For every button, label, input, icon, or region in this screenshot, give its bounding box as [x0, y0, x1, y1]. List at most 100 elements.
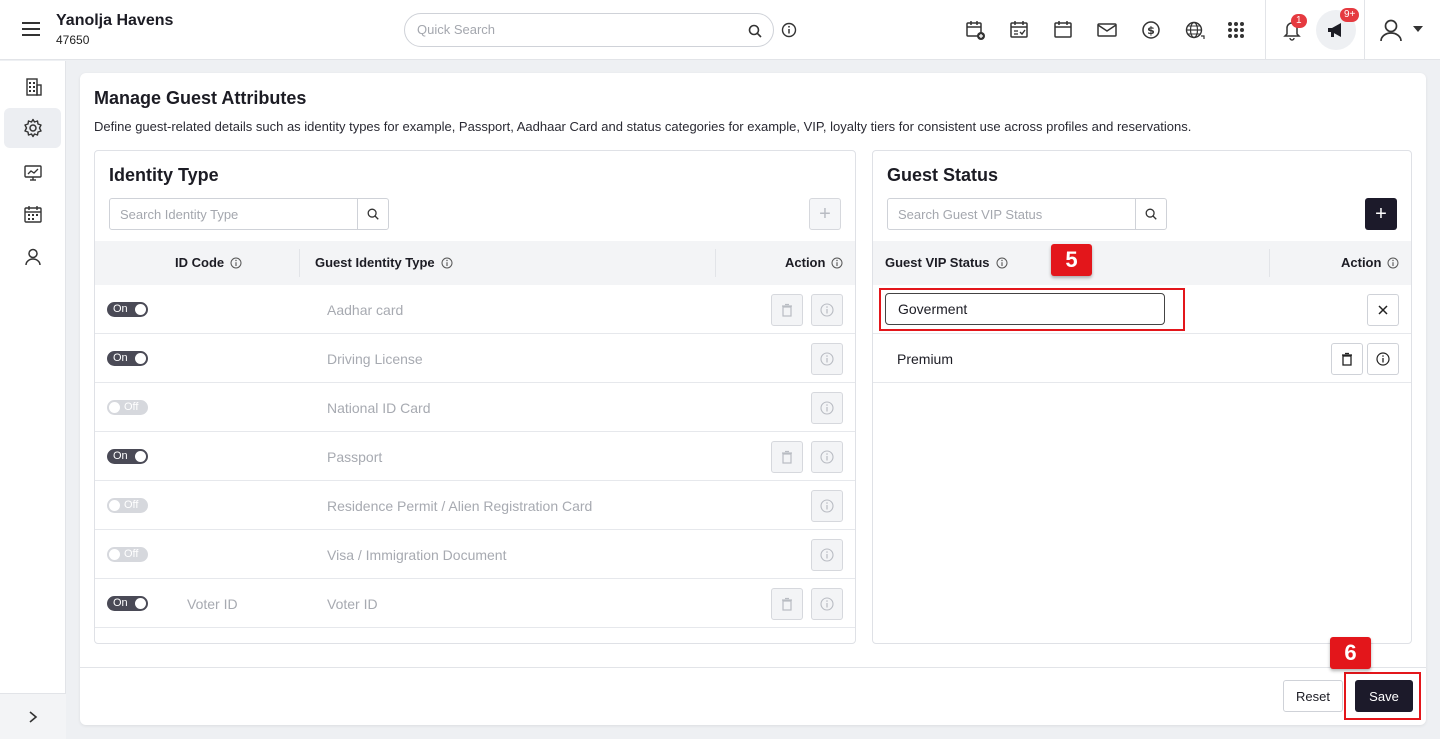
trash-icon: [1342, 352, 1352, 366]
status-toggle[interactable]: On: [107, 302, 148, 317]
status-toggle[interactable]: On: [107, 351, 148, 366]
mail-icon[interactable]: [1096, 19, 1118, 41]
status-toggle[interactable]: Off: [107, 547, 148, 562]
guest-status-panel: Guest Status + Guest VIP Status Action P…: [872, 150, 1412, 644]
globe-icon[interactable]: [1184, 19, 1206, 41]
user-menu-caret-icon[interactable]: [1413, 26, 1423, 32]
sidebar-item-property[interactable]: [4, 67, 61, 107]
person-icon: [24, 248, 41, 266]
identity-type-cell: Visa / Immigration Document: [327, 547, 507, 563]
status-toggle[interactable]: On: [107, 449, 148, 464]
monitor-chart-icon: [23, 165, 42, 181]
sidebar-item-dashboard[interactable]: [4, 153, 61, 193]
info-icon: [820, 303, 834, 317]
delete-button[interactable]: [771, 294, 803, 326]
info-button[interactable]: [811, 539, 843, 571]
notification-badge: 1: [1291, 14, 1307, 28]
property-id: 47650: [56, 33, 90, 47]
search-icon[interactable]: [747, 23, 763, 39]
column-action: Action: [1341, 255, 1399, 270]
sidebar-item-guests[interactable]: [4, 237, 61, 277]
status-search-input[interactable]: [898, 207, 1118, 222]
table-row: Off Residence Permit / Alien Registratio…: [95, 481, 855, 530]
add-identity-button[interactable]: +: [809, 198, 841, 230]
apps-grid-icon[interactable]: [1225, 19, 1247, 41]
quick-search-input[interactable]: [417, 22, 737, 37]
table-row: Off National ID Card: [95, 383, 855, 432]
delete-button[interactable]: [1331, 343, 1363, 375]
info-button[interactable]: [811, 441, 843, 473]
search-icon: [367, 208, 379, 220]
announcement-badge: 9+: [1340, 8, 1360, 22]
vip-status-cell: Premium: [897, 351, 954, 367]
trash-icon: [782, 597, 792, 611]
dollar-icon[interactable]: $: [1140, 19, 1162, 41]
info-button[interactable]: [811, 294, 843, 326]
identity-search[interactable]: [109, 198, 389, 230]
property-name: Yanolja Havens: [56, 12, 174, 29]
info-icon[interactable]: [1387, 257, 1399, 269]
page-title: Manage Guest Attributes: [94, 88, 307, 108]
sidebar-item-settings[interactable]: [4, 108, 61, 148]
info-icon[interactable]: [441, 257, 453, 269]
table-row: On Aadhar card: [95, 285, 855, 334]
step-badge-5: 5: [1051, 244, 1092, 276]
status-panel-title: Guest Status: [887, 165, 999, 185]
sidebar-expand-button[interactable]: [0, 693, 66, 739]
info-icon: [820, 401, 834, 415]
trash-icon: [782, 450, 792, 464]
info-icon[interactable]: [230, 257, 242, 269]
info-icon: [820, 450, 834, 464]
delete-button[interactable]: [771, 588, 803, 620]
page-description: Define guest-related details such as ide…: [94, 119, 1192, 134]
info-button[interactable]: [811, 588, 843, 620]
sidebar-item-calendar[interactable]: [4, 194, 61, 234]
status-toggle[interactable]: Off: [107, 498, 148, 513]
status-search-button[interactable]: [1135, 199, 1166, 229]
status-search[interactable]: [887, 198, 1167, 230]
add-status-button[interactable]: +: [1365, 198, 1397, 230]
info-icon: [820, 499, 834, 513]
table-row: Premium: [873, 334, 1411, 383]
info-icon[interactable]: [781, 22, 797, 38]
identity-type-cell: Aadhar card: [327, 302, 404, 318]
info-icon: [820, 597, 834, 611]
column-id-code: ID Code: [175, 255, 242, 270]
calendar-add-icon[interactable]: [964, 19, 986, 41]
info-button[interactable]: [811, 392, 843, 424]
info-button[interactable]: [811, 490, 843, 522]
calendar-check-icon[interactable]: [1008, 19, 1030, 41]
info-icon[interactable]: [831, 257, 843, 269]
info-button[interactable]: [811, 343, 843, 375]
calendar-grid-icon: [23, 206, 42, 223]
cancel-edit-button[interactable]: [1367, 294, 1399, 326]
reset-button[interactable]: Reset: [1283, 680, 1343, 712]
quick-search[interactable]: [404, 13, 774, 47]
identity-type-cell: National ID Card: [327, 400, 431, 416]
top-bar: Yanolja Havens 47650 $ 1 9+: [0, 0, 1440, 60]
table-row: On Passport: [95, 432, 855, 481]
id-code-cell: Voter ID: [187, 596, 238, 612]
sidebar: [0, 61, 66, 739]
menu-icon[interactable]: [22, 22, 40, 36]
search-icon: [1145, 208, 1157, 220]
info-icon[interactable]: [996, 257, 1008, 269]
status-toggle[interactable]: Off: [107, 400, 148, 415]
calendar-icon[interactable]: [1052, 19, 1074, 41]
identity-type-cell: Voter ID: [327, 596, 378, 612]
status-toggle[interactable]: On: [107, 596, 148, 611]
identity-panel-title: Identity Type: [109, 165, 219, 185]
delete-button[interactable]: [771, 441, 803, 473]
identity-type-panel: Identity Type + ID Code Guest Identity T…: [94, 150, 856, 644]
identity-table-header: ID Code Guest Identity Type Action: [95, 241, 855, 285]
chevron-right-icon: [29, 710, 38, 723]
identity-search-input[interactable]: [120, 207, 340, 222]
identity-type-cell: Passport: [327, 449, 383, 465]
identity-search-button[interactable]: [357, 199, 388, 229]
column-guest-identity-type: Guest Identity Type: [315, 255, 453, 270]
highlight-box-save: [1344, 672, 1421, 720]
info-button[interactable]: [1367, 343, 1399, 375]
info-icon: [1376, 352, 1390, 366]
identity-type-cell: Driving License: [327, 351, 423, 367]
user-avatar-icon[interactable]: [1378, 17, 1404, 43]
